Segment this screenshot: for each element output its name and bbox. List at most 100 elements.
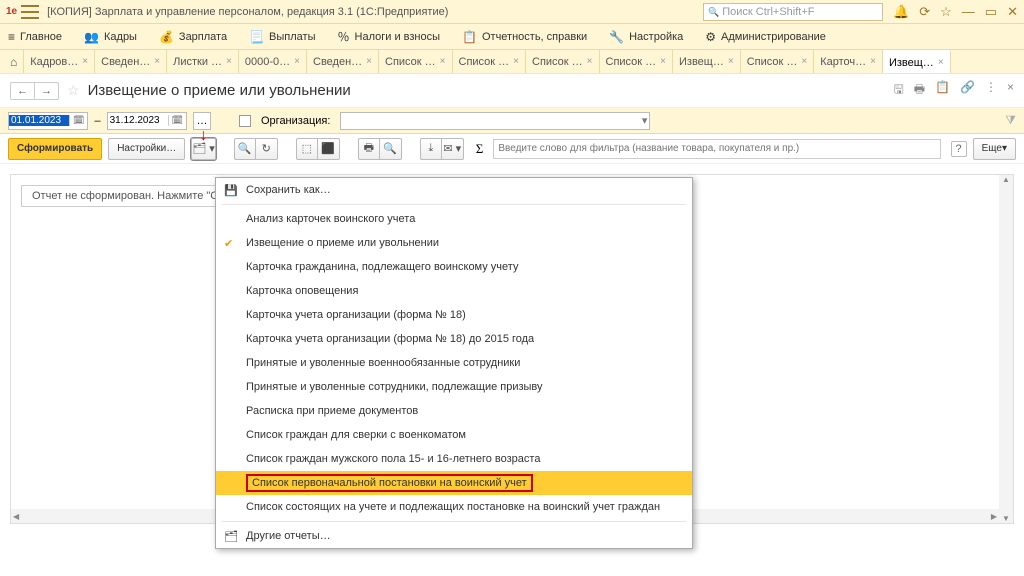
star-icon[interactable]: ☆ bbox=[940, 4, 952, 20]
date-from[interactable]: 🗓 bbox=[8, 112, 88, 130]
refresh-button[interactable]: ↻ bbox=[256, 138, 278, 160]
expand-button[interactable]: ⬚ bbox=[296, 138, 318, 160]
minimize-icon[interactable]: — bbox=[962, 4, 975, 20]
menu-item-12[interactable]: Список состоящих на учете и подлежащих п… bbox=[216, 495, 692, 519]
filter-icon[interactable]: ⧩ bbox=[1005, 113, 1016, 128]
help-button[interactable]: ? bbox=[951, 141, 967, 157]
restore-icon[interactable]: ▭ bbox=[985, 4, 997, 20]
filter-input[interactable] bbox=[493, 139, 940, 159]
tab-close-icon[interactable]: × bbox=[226, 56, 232, 67]
menu-item-7[interactable]: Принятые и уволенные сотрудники, подлежа… bbox=[216, 375, 692, 399]
menu-item-6[interactable]: Принятые и уволенные военнообязанные сот… bbox=[216, 351, 692, 375]
date-to[interactable]: 🗓 bbox=[107, 112, 187, 130]
menu-item-11-selected[interactable]: Список первоначальной постановки на воин… bbox=[216, 471, 692, 495]
calendar-icon[interactable]: 🗓 bbox=[168, 115, 186, 126]
calendar-icon[interactable]: 🗓 bbox=[69, 115, 87, 126]
hamburger-icon[interactable] bbox=[21, 5, 39, 19]
print-icon[interactable]: 🖶 bbox=[914, 80, 925, 101]
menu-save-as[interactable]: 💾Сохранить как… bbox=[216, 178, 692, 202]
tab-close-icon[interactable]: × bbox=[366, 56, 372, 67]
sum-icon[interactable]: Σ bbox=[476, 141, 484, 157]
menu-item-5[interactable]: Карточка учета организации (форма № 18) … bbox=[216, 327, 692, 351]
list-icon: ≡ bbox=[8, 30, 15, 44]
save-button[interactable]: ⤓ bbox=[420, 138, 442, 160]
folder-icon: 🗂 bbox=[224, 530, 238, 543]
tab-8[interactable]: Список …× bbox=[526, 50, 600, 73]
tab-close-icon[interactable]: × bbox=[870, 56, 876, 67]
menu-salary[interactable]: 💰Зарплата bbox=[159, 30, 227, 44]
tab-close-icon[interactable]: × bbox=[728, 56, 734, 67]
tab-active[interactable]: Извещ…× bbox=[883, 50, 951, 73]
tab-close-icon[interactable]: × bbox=[82, 56, 88, 67]
tab-close-icon[interactable]: × bbox=[513, 56, 519, 67]
tab-close-icon[interactable]: × bbox=[660, 56, 666, 67]
history-icon[interactable]: ⟳ bbox=[919, 4, 930, 20]
nav-back-icon[interactable]: ← bbox=[11, 83, 34, 99]
menu-reports[interactable]: 📋Отчетность, справки bbox=[462, 30, 587, 44]
tab-10[interactable]: Извещ…× bbox=[673, 50, 741, 73]
tab-close-icon[interactable]: × bbox=[154, 56, 160, 67]
menu-main[interactable]: ≡Главное bbox=[8, 30, 62, 44]
gear-icon: ⚙ bbox=[705, 30, 716, 44]
bell-icon[interactable]: 🔔 bbox=[893, 4, 909, 20]
more-icon[interactable]: ⋮ bbox=[985, 80, 997, 101]
nav-forward-icon[interactable]: → bbox=[34, 83, 58, 99]
menu-taxes[interactable]: ％Налоги и взносы bbox=[338, 28, 441, 45]
menu-item-8[interactable]: Расписка при приеме документов bbox=[216, 399, 692, 423]
org-checkbox[interactable] bbox=[239, 115, 251, 127]
tab-2[interactable]: Сведен…× bbox=[95, 50, 167, 73]
find-button[interactable]: 🔍 bbox=[234, 138, 256, 160]
vertical-scrollbar[interactable]: ▲▼ bbox=[999, 175, 1013, 523]
tab-9[interactable]: Список …× bbox=[600, 50, 674, 73]
menu-payments[interactable]: 📃Выплаты bbox=[249, 30, 315, 44]
link-icon[interactable]: 🔗 bbox=[960, 80, 975, 101]
menu-item-9[interactable]: Список граждан для сверки с военкоматом bbox=[216, 423, 692, 447]
org-select[interactable]: ▾ bbox=[340, 112, 650, 130]
tab-close-icon[interactable]: × bbox=[938, 57, 944, 68]
date-to-input[interactable] bbox=[108, 115, 168, 126]
tab-4[interactable]: 0000-0…× bbox=[239, 50, 307, 73]
more-button[interactable]: Еще ▾ bbox=[973, 138, 1016, 160]
menu-admin[interactable]: ⚙Администрирование bbox=[705, 30, 826, 44]
menu-item-0[interactable]: Анализ карточек воинского учета bbox=[216, 207, 692, 231]
menu-item-3[interactable]: Карточка оповещения bbox=[216, 279, 692, 303]
print-button[interactable]: 🖶 bbox=[358, 138, 380, 160]
preview-button[interactable]: 🔍 bbox=[380, 138, 402, 160]
collapse-button[interactable]: ⬛ bbox=[318, 138, 340, 160]
tab-close-icon[interactable]: × bbox=[294, 56, 300, 67]
tab-close-icon[interactable]: × bbox=[587, 56, 593, 67]
menu-item-1[interactable]: ✔Извещение о приеме или увольнении bbox=[216, 231, 692, 255]
date-from-input[interactable] bbox=[9, 115, 69, 126]
tab-11[interactable]: Список …× bbox=[741, 50, 815, 73]
doc-icon: 📃 bbox=[249, 30, 264, 44]
tab-close-icon[interactable]: × bbox=[801, 56, 807, 67]
email-button[interactable]: ✉ ▾ bbox=[442, 138, 464, 160]
close-form-icon[interactable]: × bbox=[1007, 80, 1014, 101]
tab-3[interactable]: Листки …× bbox=[167, 50, 239, 73]
tab-12[interactable]: Карточ…× bbox=[814, 50, 883, 73]
tab-close-icon[interactable]: × bbox=[440, 56, 446, 67]
tab-6[interactable]: Список …× bbox=[379, 50, 453, 73]
menu-item-10[interactable]: Список граждан мужского пола 15- и 16-ле… bbox=[216, 447, 692, 471]
report-variant-button[interactable]: ↓ 🗂 ▾ bbox=[191, 138, 216, 160]
tab-5[interactable]: Сведен…× bbox=[307, 50, 379, 73]
check-icon: ✔ bbox=[224, 237, 233, 250]
clipboard-icon[interactable]: 📋 bbox=[935, 80, 950, 101]
settings-button[interactable]: Настройки… bbox=[108, 138, 185, 160]
tab-7[interactable]: Список …× bbox=[453, 50, 527, 73]
menu-item-4[interactable]: Карточка учета организации (форма № 18) bbox=[216, 303, 692, 327]
tab-1[interactable]: Кадров…× bbox=[24, 50, 95, 73]
floppy-icon[interactable]: 🖫 bbox=[894, 80, 904, 101]
menu-item-2[interactable]: Карточка гражданина, подлежащего воинско… bbox=[216, 255, 692, 279]
menu-settings[interactable]: 🔧Настройка bbox=[609, 30, 683, 44]
document-tabs: ⌂ Кадров…× Сведен…× Листки …× 0000-0…× С… bbox=[0, 50, 1024, 74]
close-window-icon[interactable]: ✕ bbox=[1007, 4, 1018, 20]
menu-other-reports[interactable]: 🗂Другие отчеты… bbox=[216, 524, 692, 548]
filter-bar: 🗓 – 🗓 … Организация: ▾ ⧩ bbox=[0, 108, 1024, 134]
global-search[interactable]: Поиск Ctrl+Shift+F bbox=[703, 3, 883, 21]
tab-home[interactable]: ⌂ bbox=[4, 50, 24, 73]
menu-hr[interactable]: 👥Кадры bbox=[84, 30, 137, 44]
money-icon: 💰 bbox=[159, 30, 174, 44]
generate-button[interactable]: Сформировать bbox=[8, 138, 102, 160]
favorite-star-icon[interactable]: ☆ bbox=[67, 82, 80, 99]
